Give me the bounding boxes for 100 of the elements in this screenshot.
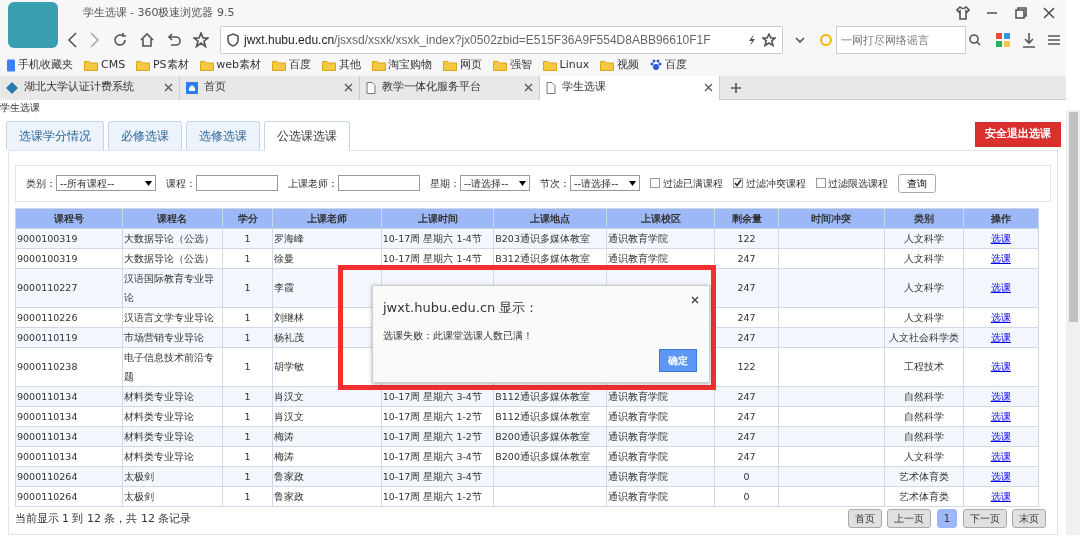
bookmark-link[interactable]: Linux bbox=[559, 56, 590, 74]
table-cell: 通识教育学院 bbox=[606, 446, 715, 466]
filter-label: 节次： bbox=[540, 176, 570, 191]
select-course-link[interactable]: 选课 bbox=[990, 490, 1011, 502]
folder-icon bbox=[443, 59, 458, 71]
browser-tab[interactable]: 学生选课 bbox=[540, 75, 720, 100]
table-cell: 通识教育学院 bbox=[606, 486, 715, 506]
page-tab[interactable]: 选课学分情况 bbox=[5, 120, 104, 150]
folder-icon bbox=[321, 59, 336, 71]
input-field[interactable] bbox=[196, 175, 278, 191]
search-field[interactable]: 一网打尽网络谣言 bbox=[836, 26, 966, 54]
select-course-link[interactable]: 选课 bbox=[990, 390, 1011, 402]
checkbox[interactable] bbox=[815, 178, 826, 188]
checkbox-label: 过滤限选课程 bbox=[828, 176, 889, 191]
column-header: 上课老师 bbox=[272, 208, 382, 228]
table-cell: 徐曼 bbox=[272, 248, 382, 268]
close-icon[interactable] bbox=[691, 296, 699, 304]
column-header: 上课校区 bbox=[606, 208, 715, 228]
filter-label: 上课老师： bbox=[288, 176, 338, 191]
logout-button[interactable]: 安全退出选课 bbox=[974, 122, 1061, 147]
page-tab[interactable]: 公选课选课 bbox=[263, 120, 350, 151]
bookmark-link[interactable]: 手机收藏夹 bbox=[18, 56, 74, 74]
new-tab-icon[interactable] bbox=[730, 81, 742, 94]
download-icon[interactable] bbox=[1021, 32, 1036, 48]
select-field[interactable]: --请选择-- bbox=[460, 175, 530, 191]
bookmark-link[interactable]: 强智 bbox=[509, 56, 532, 74]
table-cell: 9000110134 bbox=[15, 446, 122, 466]
page-tab[interactable]: 必修选课 bbox=[107, 120, 182, 150]
lightning-icon[interactable] bbox=[746, 33, 757, 47]
close-icon[interactable] bbox=[704, 83, 713, 92]
bookmark-link[interactable]: web素材 bbox=[216, 56, 262, 74]
bookmark-link[interactable]: CMS bbox=[101, 56, 126, 74]
star-icon[interactable] bbox=[762, 33, 776, 47]
table-cell: 人文科学 bbox=[884, 268, 964, 307]
page-button[interactable]: 首页 bbox=[847, 509, 882, 529]
select-course-link[interactable]: 选课 bbox=[990, 282, 1011, 293]
filter-label: 星期： bbox=[430, 176, 460, 191]
search-icon[interactable] bbox=[968, 34, 981, 46]
page-button[interactable]: 上一页 bbox=[887, 509, 932, 529]
restore-icon[interactable] bbox=[1014, 7, 1027, 19]
select-course-link[interactable]: 选课 bbox=[990, 430, 1011, 442]
table-cell: 太极剑 bbox=[122, 486, 223, 506]
select-course-link[interactable]: 选课 bbox=[990, 450, 1011, 462]
bookmark-link[interactable]: 百度 bbox=[288, 56, 311, 74]
column-header: 操作 bbox=[963, 208, 1039, 228]
page-button[interactable]: 1 bbox=[936, 509, 957, 529]
address-host[interactable]: jwxt.hubu.edu.cn bbox=[244, 31, 335, 49]
address-path[interactable]: /jsxsd/xsxk/xsxk_index?jx0502zbid=E515F36A9F554D8ABB96610F1F bbox=[334, 31, 711, 49]
select-course-link[interactable]: 选课 bbox=[990, 331, 1011, 343]
select-course-link[interactable]: 选课 bbox=[990, 311, 1011, 323]
page-button[interactable]: 末页 bbox=[1012, 509, 1046, 529]
close-icon[interactable] bbox=[524, 83, 533, 92]
diamond-icon bbox=[6, 81, 18, 94]
close-icon[interactable] bbox=[164, 83, 173, 92]
menu-icon[interactable] bbox=[1046, 33, 1061, 47]
page-tab[interactable]: 选修选课 bbox=[185, 120, 260, 150]
select-course-link[interactable]: 选课 bbox=[990, 252, 1011, 264]
close-icon[interactable] bbox=[344, 83, 353, 92]
star-icon[interactable] bbox=[193, 32, 209, 48]
table-cell: 10-17周 星期六 1-2节 bbox=[381, 486, 494, 506]
shirt-icon[interactable] bbox=[955, 6, 970, 20]
checkbox[interactable] bbox=[650, 178, 660, 188]
input-field[interactable] bbox=[338, 175, 420, 191]
scrollbar-thumb[interactable] bbox=[1068, 112, 1078, 322]
chevron-down-icon[interactable] bbox=[793, 34, 806, 46]
table-cell: 9000110134 bbox=[15, 426, 122, 446]
caret-icon bbox=[519, 180, 526, 186]
table-cell: 247 bbox=[714, 248, 779, 268]
close-icon[interactable] bbox=[1043, 7, 1055, 19]
bookmark-link[interactable]: PS素材 bbox=[152, 56, 189, 74]
browser-tab[interactable]: 首页 bbox=[180, 75, 360, 100]
undo-icon[interactable] bbox=[166, 32, 182, 48]
table-cell: 9000100319 bbox=[15, 228, 122, 248]
bookmark-link[interactable]: 淘宝购物 bbox=[388, 56, 433, 74]
select-course-link[interactable]: 选课 bbox=[990, 361, 1011, 372]
page-button[interactable]: 下一页 bbox=[962, 509, 1007, 529]
query-button[interactable]: 查询 bbox=[898, 173, 937, 193]
back-icon[interactable] bbox=[66, 32, 78, 48]
bookmark-link[interactable]: 百度 bbox=[664, 56, 687, 74]
select-course-link[interactable]: 选课 bbox=[990, 470, 1011, 482]
checkbox-label: 过滤冲突课程 bbox=[745, 176, 806, 191]
bookmark-link[interactable]: 视频 bbox=[616, 56, 639, 74]
column-header: 上课地点 bbox=[493, 208, 607, 228]
select-course-link[interactable]: 选课 bbox=[990, 232, 1011, 244]
checkbox[interactable] bbox=[732, 178, 743, 188]
shield-icon bbox=[226, 33, 239, 47]
bookmark-link[interactable]: 其他 bbox=[338, 56, 361, 74]
browser-tab[interactable]: 湖北大学认证计费系统 bbox=[0, 75, 180, 100]
phone-icon bbox=[5, 58, 16, 72]
table-cell: 9000110227 bbox=[15, 268, 122, 307]
table-cell: 人文科学 bbox=[884, 307, 964, 327]
select-course-link[interactable]: 选课 bbox=[990, 410, 1011, 422]
bookmark-link[interactable]: 网页 bbox=[460, 56, 483, 74]
reload-icon[interactable] bbox=[112, 32, 128, 48]
home-icon[interactable] bbox=[139, 32, 155, 48]
select-field[interactable]: --请选择-- bbox=[570, 175, 640, 191]
browser-tab[interactable]: 教学一体化服务平台 bbox=[360, 75, 540, 100]
apps-icon[interactable] bbox=[994, 32, 1011, 48]
caret-icon bbox=[145, 180, 152, 186]
select-field[interactable]: --所有课程-- bbox=[56, 175, 156, 191]
